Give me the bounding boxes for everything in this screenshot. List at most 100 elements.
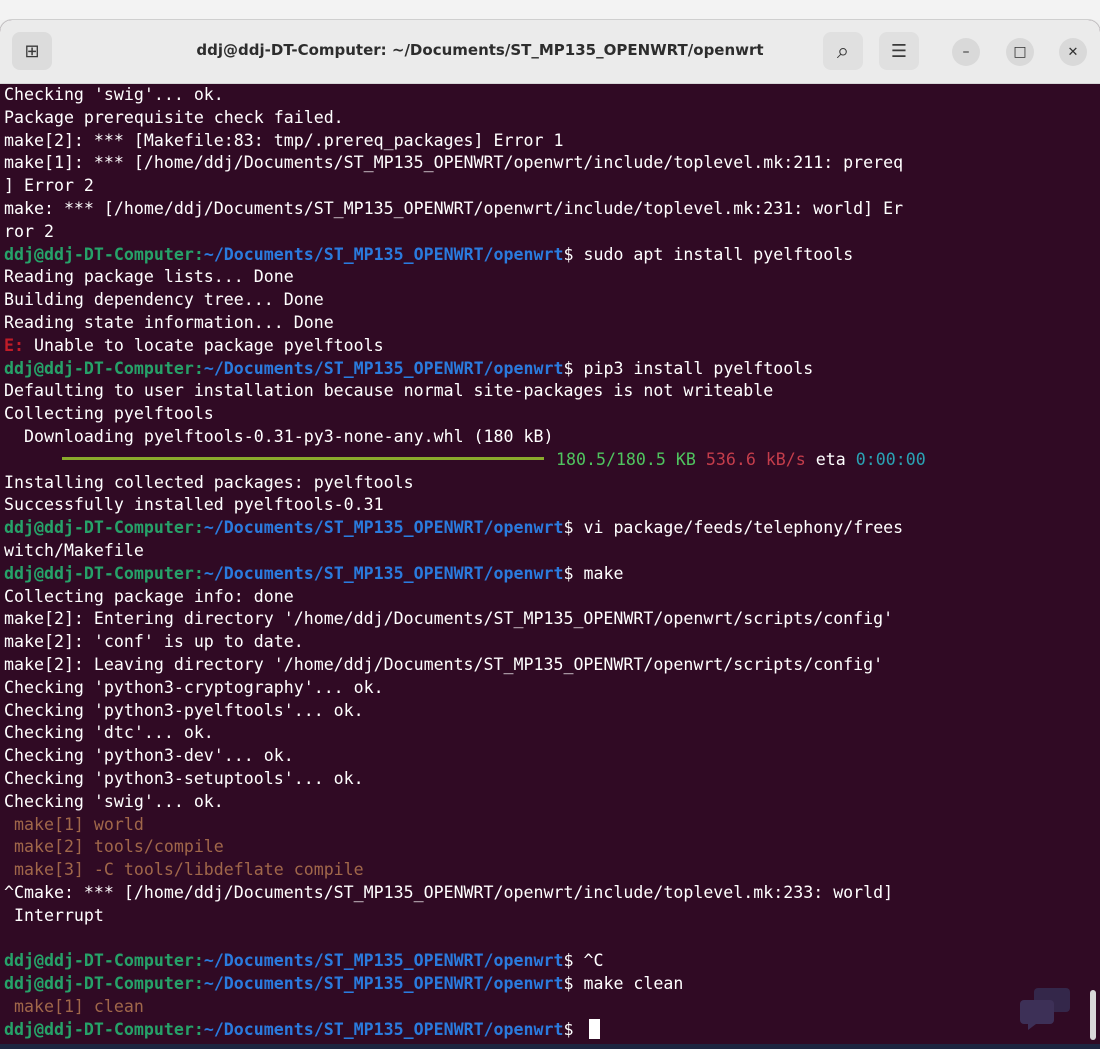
maximize-icon: □ xyxy=(1013,44,1027,60)
prompt-path: ~/Documents/ST_MP135_OPENWRT/openwrt xyxy=(203,974,564,994)
prompt-symbol: $ xyxy=(563,951,574,971)
prompt-path: ~/Documents/ST_MP135_OPENWRT/openwrt xyxy=(203,563,564,583)
build-status-text: make[3] -C tools/libdeflate compile xyxy=(4,860,364,880)
maximize-button[interactable]: □ xyxy=(1006,38,1034,66)
terminal-line: Defaulting to user installation because … xyxy=(4,381,774,401)
new-tab-button[interactable]: ⊞ xyxy=(12,32,52,70)
terminal-line: Checking 'swig'... ok. xyxy=(4,791,224,811)
prompt-user: ddj@ddj-DT-Computer xyxy=(4,518,194,538)
prompt-line: ddj@ddj-DT-Computer:~/Documents/ST_MP135… xyxy=(4,563,1094,586)
terminal-line: make[2]: Entering directory '/home/ddj/D… xyxy=(4,609,894,629)
terminal-line: Downloading pyelftools-0.31-py3-none-any… xyxy=(4,426,554,446)
command-text xyxy=(573,1020,583,1039)
minimize-icon: – xyxy=(962,44,970,60)
terminal-line: ^Cmake: *** [/home/ddj/Documents/ST_MP13… xyxy=(4,882,894,902)
terminal-line: Reading state information... Done xyxy=(4,312,334,332)
download-speed: 536.6 kB/s xyxy=(705,449,806,469)
build-status-text: make[1] world xyxy=(4,814,144,834)
build-status-text: make[1] clean xyxy=(4,996,144,1016)
terminal-scrollbar[interactable] xyxy=(1090,990,1096,1040)
prompt-symbol: $ xyxy=(563,244,574,264)
command-text: vi package/feeds/telephony/frees xyxy=(573,518,904,538)
prompt-colon: : xyxy=(193,951,204,971)
terminal-line: make[2]: Leaving directory '/home/ddj/Do… xyxy=(4,654,884,674)
terminal-line: make[2]: *** [Makefile:83: tmp/.prereq_p… xyxy=(4,130,564,150)
terminal-line: Successfully installed pyelftools-0.31 xyxy=(4,495,384,515)
prompt-colon: : xyxy=(193,1019,204,1039)
window-title: ddj@ddj-DT-Computer: ~/Documents/ST_MP13… xyxy=(196,41,764,59)
progress-bar xyxy=(62,456,544,460)
chat-bubble-icon xyxy=(1020,988,1070,1030)
terminal-line: Checking 'python3-setuptools'... ok. xyxy=(4,768,364,788)
terminal-line: Checking 'python3-cryptography'... ok. xyxy=(4,677,384,697)
prompt-symbol: $ xyxy=(563,563,574,583)
terminal-line: make[3] -C tools/libdeflate compile xyxy=(4,859,1094,882)
search-icon: ⌕ xyxy=(836,38,850,64)
prompt-path: ~/Documents/ST_MP135_OPENWRT/openwrt xyxy=(203,244,564,264)
prompt-user: ddj@ddj-DT-Computer xyxy=(4,358,194,378)
prompt-line: ddj@ddj-DT-Computer:~/Documents/ST_MP135… xyxy=(4,950,1094,973)
terminal-line: make[2]: 'conf' is up to date. xyxy=(4,632,304,652)
prompt-line: ddj@ddj-DT-Computer:~/Documents/ST_MP135… xyxy=(4,1019,1094,1042)
command-text: sudo apt install pyelftools xyxy=(573,244,854,264)
command-text: make xyxy=(573,563,624,583)
terminal-line: make: *** [/home/ddj/Documents/ST_MP135_… xyxy=(4,198,904,218)
prompt-user: ddj@ddj-DT-Computer xyxy=(4,1019,194,1039)
prompt-line: ddj@ddj-DT-Computer:~/Documents/ST_MP135… xyxy=(4,358,1094,381)
terminal-line: Package prerequisite check failed. xyxy=(4,107,344,127)
prompt-symbol: $ xyxy=(563,974,574,994)
prompt-line: ddj@ddj-DT-Computer:~/Documents/ST_MP135… xyxy=(4,973,1094,996)
prompt-path: ~/Documents/ST_MP135_OPENWRT/openwrt xyxy=(203,518,564,538)
taskbar-edge xyxy=(0,1044,1100,1049)
terminal-line: Checking 'python3-dev'... ok. xyxy=(4,746,294,766)
terminal-line: E: Unable to locate package pyelftools xyxy=(4,335,1094,358)
command-text: ^C xyxy=(573,951,604,971)
command-text: make clean xyxy=(573,974,684,994)
minimize-button[interactable]: – xyxy=(952,38,980,66)
prompt-path: ~/Documents/ST_MP135_OPENWRT/openwrt xyxy=(203,951,564,971)
prompt-symbol: $ xyxy=(563,518,574,538)
prompt-user: ddj@ddj-DT-Computer xyxy=(4,563,194,583)
prompt-symbol: $ xyxy=(563,1019,574,1039)
prompt-colon: : xyxy=(193,563,204,583)
terminal-window: ⊞ ddj@ddj-DT-Computer: ~/Documents/ST_MP… xyxy=(0,20,1100,1049)
terminal-line: Checking 'dtc'... ok. xyxy=(4,723,214,743)
prompt-symbol: $ xyxy=(563,358,574,378)
close-icon: ✕ xyxy=(1067,44,1079,60)
text-cursor xyxy=(589,1019,601,1040)
terminal-line: Reading package lists... Done xyxy=(4,267,294,287)
menu-button[interactable]: ☰ xyxy=(879,32,919,70)
prompt-path: ~/Documents/ST_MP135_OPENWRT/openwrt xyxy=(203,1019,564,1039)
terminal-line: Checking 'swig'... ok. xyxy=(4,85,224,104)
prompt-line: ddj@ddj-DT-Computer:~/Documents/ST_MP135… xyxy=(4,244,1094,267)
terminal-line: ] Error 2 xyxy=(4,176,94,196)
terminal-line: ror 2 xyxy=(4,221,54,241)
prompt-colon: : xyxy=(193,974,204,994)
terminal-output[interactable]: Checking 'swig'... ok. Package prerequisi… xyxy=(4,84,1094,1049)
prompt-user: ddj@ddj-DT-Computer xyxy=(4,974,194,994)
prompt-colon: : xyxy=(193,244,204,264)
progress-amount: 180.5/180.5 KB xyxy=(556,449,696,469)
prompt-colon: : xyxy=(193,358,204,378)
command-text: pip3 install pyelftools xyxy=(573,358,814,378)
build-status-text: make[2] tools/compile xyxy=(4,837,224,857)
search-button[interactable]: ⌕ xyxy=(823,32,863,70)
terminal-line: Installing collected packages: pyelftool… xyxy=(4,472,414,492)
title-bar[interactable]: ⊞ ddj@ddj-DT-Computer: ~/Documents/ST_MP… xyxy=(0,20,1100,84)
terminal-line: witch/Makefile xyxy=(4,540,144,560)
close-button[interactable]: ✕ xyxy=(1059,38,1087,66)
terminal-line: make[1] clean xyxy=(4,996,1094,1019)
prompt-path: ~/Documents/ST_MP135_OPENWRT/openwrt xyxy=(203,358,564,378)
terminal-line: Interrupt xyxy=(4,905,104,925)
download-progress-line: 180.5/180.5 KB 536.6 kB/s eta 0:00:00 xyxy=(4,449,1094,472)
hamburger-menu-icon: ☰ xyxy=(890,40,908,62)
prompt-line: ddj@ddj-DT-Computer:~/Documents/ST_MP135… xyxy=(4,517,1094,540)
prompt-colon: : xyxy=(193,518,204,538)
error-message: Unable to locate package pyelftools xyxy=(23,335,384,355)
eta-label: eta xyxy=(815,449,846,469)
terminal-line: Collecting pyelftools xyxy=(4,404,214,424)
terminal-line: Checking 'python3-pyelftools'... ok. xyxy=(4,700,364,720)
terminal-line: Building dependency tree... Done xyxy=(4,290,324,310)
prompt-user: ddj@ddj-DT-Computer xyxy=(4,244,194,264)
